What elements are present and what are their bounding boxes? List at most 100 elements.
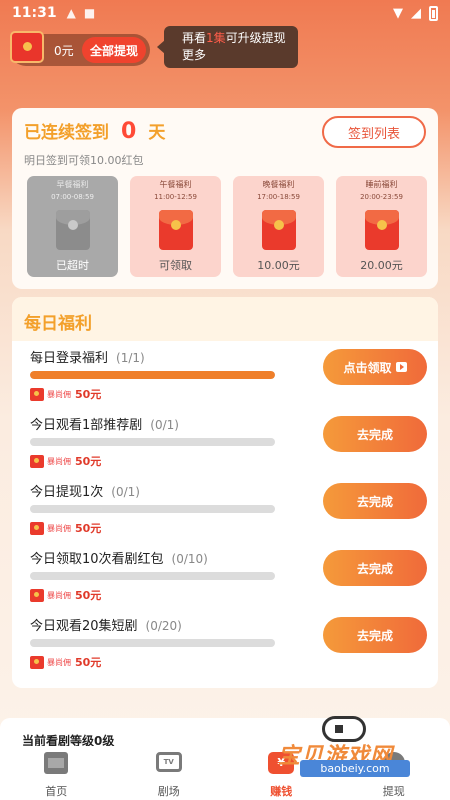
tv-icon: TV <box>155 752 182 772</box>
task-count: (0/1) <box>150 418 179 432</box>
signin-subtitle: 明日签到可领10.00红包 <box>24 154 144 167</box>
slot-bedtime[interactable]: 睡前福利 20:00-23:59 20.00元 <box>336 176 427 277</box>
task-title-text: 今日领取10次看剧红包 <box>30 552 164 567</box>
reward-tag: 暴尚佣 <box>47 590 71 600</box>
slot-name: 睡前福利 <box>365 180 398 189</box>
claim-button-label: 点击领取 <box>343 360 392 375</box>
task-reward: 暴尚佣 50元 <box>30 386 101 402</box>
tab-label: 首页 <box>45 785 68 798</box>
task-title: 每日登录福利 (1/1) <box>30 347 145 366</box>
slot-breakfast[interactable]: 早餐福利 07:00-08:59 已超时 <box>27 176 118 277</box>
red-envelope-icon <box>365 210 399 250</box>
go-complete-button[interactable]: 去完成 <box>323 416 427 452</box>
daily-welfare-card: 每日福利 每日登录福利 (1/1) 暴尚佣 50元 点击领取 今日观看1部推荐剧 (… <box>12 297 438 688</box>
sim-icon: ■ <box>83 6 96 20</box>
battery-icon <box>429 5 438 21</box>
slot-time: 20:00-23:59 <box>360 193 403 201</box>
reward-tag: 暴尚佣 <box>47 389 71 399</box>
task-item: 今日观看20集短剧 (0/20) 暴尚佣 50元 去完成 <box>30 615 430 675</box>
wallet-amount: 0元 <box>54 43 74 58</box>
wallet-row: 0元 全部提现 再看1集可升级提现更多 <box>10 26 440 72</box>
slot-name: 晚餐福利 <box>262 180 295 189</box>
slot-label: 可领取 <box>159 259 192 272</box>
reward-amount: 50元 <box>75 455 102 468</box>
task-progress-fill <box>30 371 275 379</box>
daily-title: 每日福利 <box>12 297 438 341</box>
red-envelope-icon <box>30 387 44 401</box>
red-envelope-icon <box>10 31 44 63</box>
slot-name: 午餐福利 <box>159 180 192 189</box>
task-count: (1/1) <box>116 351 145 365</box>
film-icon <box>44 752 69 774</box>
wallet-pill[interactable]: 0元 全部提现 <box>10 31 150 66</box>
site-watermark: 宝贝游戏网 baobeiy.com <box>278 712 428 782</box>
task-count: (0/20) <box>145 619 182 633</box>
reward-tag: 暴尚佣 <box>47 456 71 466</box>
reward-amount: 50元 <box>75 388 102 401</box>
tab-label: 赚钱 <box>270 785 293 798</box>
task-count: (0/10) <box>171 552 208 566</box>
go-complete-button[interactable]: 去完成 <box>323 550 427 586</box>
signin-card: 已连续签到 0 天 明日签到可领10.00红包 签到列表 早餐福利 07:00-… <box>12 108 438 289</box>
task-reward: 暴尚佣 50元 <box>30 587 101 603</box>
red-envelope-icon <box>56 210 90 250</box>
tip-text-pre: 再看 <box>182 31 207 45</box>
red-envelope-icon <box>30 521 44 535</box>
reward-tag: 暴尚佣 <box>47 657 71 667</box>
reward-amount: 50元 <box>75 656 102 669</box>
watermark-url: baobeiy.com <box>300 760 410 777</box>
signin-slots: 早餐福利 07:00-08:59 已超时 午餐福利 11:00-12:59 可领… <box>27 176 427 277</box>
task-title-text: 今日观看20集短剧 <box>30 619 138 634</box>
status-time: 11:31 <box>12 5 57 21</box>
claim-button[interactable]: 点击领取 <box>323 349 427 385</box>
task-title: 今日观看20集短剧 (0/20) <box>30 615 182 634</box>
task-reward: 暴尚佣 50元 <box>30 654 101 670</box>
task-progress-bar <box>30 505 275 513</box>
slot-time: 07:00-08:59 <box>51 193 94 201</box>
slot-time: 17:00-18:59 <box>257 193 300 201</box>
video-play-icon <box>395 362 407 372</box>
tab-label: 提现 <box>382 785 405 798</box>
withdraw-all-button[interactable]: 全部提现 <box>82 37 147 63</box>
slot-lunch[interactable]: 午餐福利 11:00-12:59 可领取 <box>130 176 221 277</box>
task-item: 今日领取10次看剧红包 (0/10) 暴尚佣 50元 去完成 <box>30 548 430 608</box>
signal-icon: ◢ <box>411 5 421 21</box>
task-title: 今日提现1次 (0/1) <box>30 481 140 500</box>
task-item: 今日提现1次 (0/1) 暴尚佣 50元 去完成 <box>30 481 430 541</box>
slot-time: 11:00-12:59 <box>154 193 197 201</box>
signin-title: 已连续签到 0 天 <box>24 118 165 144</box>
go-complete-button[interactable]: 去完成 <box>323 617 427 653</box>
reward-amount: 50元 <box>75 589 102 602</box>
task-reward: 暴尚佣 50元 <box>30 520 101 536</box>
task-title: 今日观看1部推荐剧 (0/1) <box>30 414 179 433</box>
red-envelope-icon <box>30 588 44 602</box>
task-progress-bar <box>30 572 275 580</box>
slot-name: 早餐福利 <box>56 180 89 189</box>
reward-amount: 50元 <box>75 522 102 535</box>
red-envelope-icon <box>262 210 296 250</box>
upgrade-tip: 再看1集可升级提现更多 <box>157 26 298 68</box>
signin-unit: 天 <box>148 123 166 143</box>
signin-title-text: 已连续签到 <box>24 123 109 143</box>
reward-tag: 暴尚佣 <box>47 523 71 533</box>
task-count: (0/1) <box>111 485 140 499</box>
wifi-icon: ▼ <box>393 5 403 21</box>
task-title-text: 今日观看1部推荐剧 <box>30 418 143 433</box>
red-envelope-icon <box>30 655 44 669</box>
tab-theater[interactable]: TV 剧场 <box>113 746 226 800</box>
signin-list-button[interactable]: 签到列表 <box>322 116 426 148</box>
task-title-text: 今日提现1次 <box>30 485 104 500</box>
red-envelope-icon <box>159 210 193 250</box>
red-envelope-icon <box>30 454 44 468</box>
tip-highlight: 1集 <box>206 31 226 45</box>
task-title-text: 每日登录福利 <box>30 351 109 366</box>
task-progress-bar <box>30 371 275 379</box>
slot-label: 已超时 <box>56 259 89 272</box>
slot-label: 10.00元 <box>257 259 300 272</box>
go-complete-button[interactable]: 去完成 <box>323 483 427 519</box>
tab-label: 剧场 <box>157 785 180 798</box>
task-title: 今日领取10次看剧红包 (0/10) <box>30 548 208 567</box>
tab-home[interactable]: 首页 <box>0 746 113 800</box>
slot-dinner[interactable]: 晚餐福利 17:00-18:59 10.00元 <box>233 176 324 277</box>
slot-label: 20.00元 <box>360 259 403 272</box>
